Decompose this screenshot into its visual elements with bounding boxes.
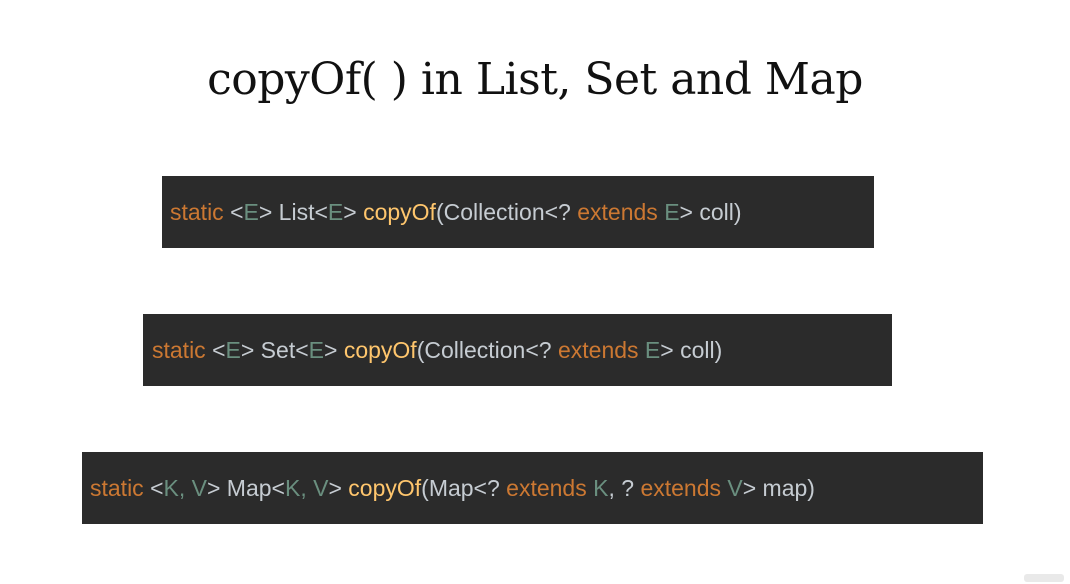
type-param-token: K, V	[163, 474, 207, 501]
code-text-token: > Set<	[240, 336, 309, 363]
type-param-token: V	[727, 474, 743, 501]
slide-title: copyOf( ) in List, Set and Map	[207, 54, 863, 105]
code-text-token: , ?	[608, 474, 641, 501]
code-text-token: > coll)	[660, 336, 723, 363]
map-copyof-signature: static < K, V > Map< K, V > copyOf (Map<? ext…	[82, 452, 983, 524]
code-text-token: <	[223, 198, 244, 225]
code-text-token: > List<	[258, 198, 328, 225]
list-copyof-signature: static < E > List< E > copyOf (Collection<? e…	[162, 176, 874, 248]
code-text-token: (Map<?	[421, 474, 507, 501]
code-text-token: <	[205, 336, 226, 363]
type-param-token: E	[664, 198, 680, 225]
type-param-token: K, V	[284, 474, 329, 501]
code-text-token: >	[343, 198, 364, 225]
code-text-token: (Collection<?	[435, 198, 578, 225]
keyword-token: extends	[506, 474, 587, 501]
keyword-token: static	[90, 474, 144, 501]
code-text-token: <	[143, 474, 164, 501]
keyword-token: extends	[557, 336, 639, 363]
code-text-token: (Collection<?	[416, 336, 558, 363]
code-text-token: > map)	[742, 474, 815, 501]
type-param-token: E	[644, 336, 661, 363]
type-param-token: E	[243, 198, 259, 225]
type-param-token: E	[225, 336, 241, 363]
set-copyof-signature: static < E > Set< E > copyOf (Collection<? ex…	[143, 314, 892, 386]
code-text-token: >	[328, 474, 349, 501]
method-name-token: copyOf	[343, 336, 417, 363]
method-name-token: copyOf	[363, 198, 436, 225]
type-param-token: K	[593, 474, 609, 501]
code-text-token: > Map<	[206, 474, 285, 501]
type-param-token: E	[308, 336, 324, 363]
keyword-token: extends	[577, 198, 658, 225]
watermark-logo	[1024, 574, 1064, 582]
code-text-token: >	[323, 336, 344, 363]
code-text-token: > coll)	[679, 198, 742, 225]
keyword-token: static	[152, 336, 206, 363]
keyword-token: static	[170, 198, 224, 225]
type-param-token: E	[327, 198, 344, 225]
method-name-token: copyOf	[348, 474, 422, 501]
keyword-token: extends	[640, 474, 721, 501]
